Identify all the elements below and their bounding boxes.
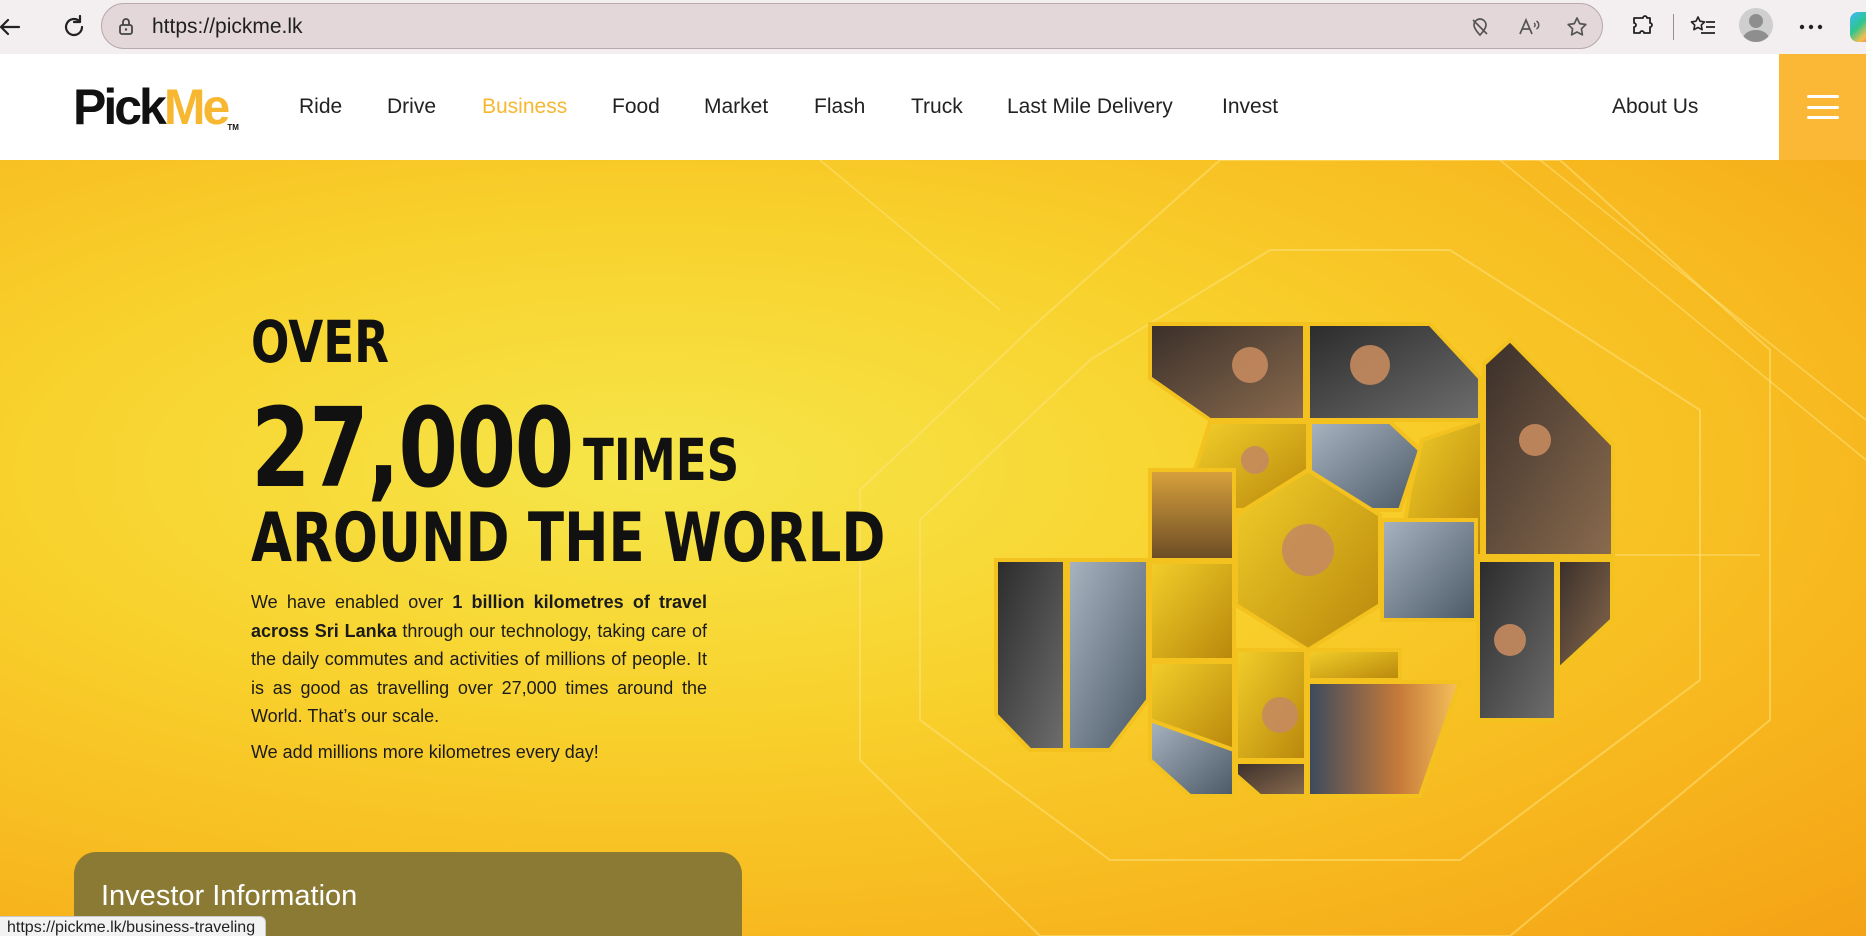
headline-around-the-world: AROUND THE WORLD <box>251 499 886 578</box>
headline-over: OVER <box>251 308 389 376</box>
investor-information-title: Investor Information <box>101 880 358 912</box>
status-bar-url: https://pickme.lk/business-traveling <box>0 916 267 936</box>
headline-number: 27,000 <box>251 384 574 512</box>
url-text[interactable]: https://pickme.lk <box>152 15 303 39</box>
hamburger-menu-button[interactable] <box>1779 54 1866 160</box>
reload-icon[interactable] <box>54 7 94 47</box>
profile-avatar[interactable] <box>1739 8 1773 42</box>
logo-tm-text: TM <box>227 123 239 132</box>
hamburger-menu-icon <box>1806 95 1839 119</box>
headline-times: TIMES <box>583 426 740 494</box>
back-arrow-icon[interactable] <box>0 7 30 47</box>
logo-me-text: Me <box>163 79 230 135</box>
copilot-icon[interactable] <box>1850 12 1866 42</box>
extensions-icon[interactable] <box>1627 11 1659 43</box>
favorites-list-icon[interactable] <box>1687 11 1719 43</box>
nav-ride[interactable]: Ride <box>299 95 342 119</box>
lock-icon[interactable] <box>116 16 136 41</box>
favorite-star-icon[interactable] <box>1564 14 1590 40</box>
tracking-prevention-icon[interactable] <box>1467 14 1493 40</box>
nav-market[interactable]: Market <box>704 95 768 119</box>
read-aloud-icon[interactable] <box>1516 14 1542 40</box>
hero-description-pre: We have enabled over <box>251 592 453 612</box>
browser-toolbar: https://pickme.lk <box>0 0 1866 54</box>
hero-tagline: We add millions more kilometres every da… <box>251 742 599 762</box>
nav-last-mile-delivery[interactable]: Last Mile Delivery <box>1007 95 1173 119</box>
nav-flash[interactable]: Flash <box>814 95 865 119</box>
hero-description: We have enabled over 1 billion kilometre… <box>251 588 707 731</box>
more-icon[interactable] <box>1795 11 1827 43</box>
pickme-logo[interactable]: PickMeTM <box>73 82 239 132</box>
nav-about-us[interactable]: About Us <box>1612 95 1698 119</box>
site-header: PickMeTM Ride Drive Business Food Market… <box>0 54 1866 160</box>
nav-invest[interactable]: Invest <box>1222 95 1278 119</box>
nav-business[interactable]: Business <box>482 95 567 119</box>
nav-drive[interactable]: Drive <box>387 95 436 119</box>
toolbar-divider <box>1673 14 1674 40</box>
photo-collage <box>994 322 1615 798</box>
nav-food[interactable]: Food <box>612 95 660 119</box>
hero-section: OVER 27,000 TIMES AROUND THE WORLD We ha… <box>0 160 1866 936</box>
nav-truck[interactable]: Truck <box>911 95 963 119</box>
logo-pick-text: Pick <box>73 79 167 135</box>
address-bar[interactable]: https://pickme.lk <box>101 3 1603 49</box>
